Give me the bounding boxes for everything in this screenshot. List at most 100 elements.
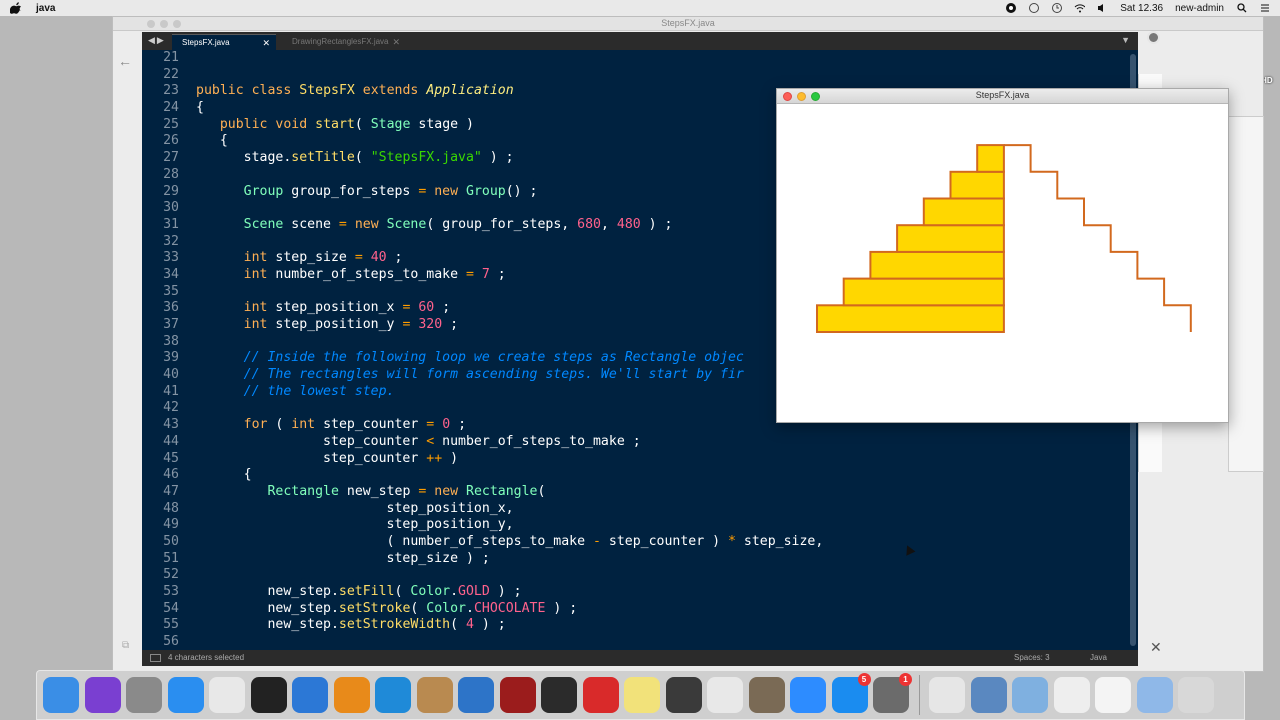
line-number: 41 — [163, 383, 179, 399]
finder-icon[interactable] — [43, 677, 79, 713]
virtualbox-icon[interactable] — [1012, 677, 1048, 713]
back-arrow-icon[interactable]: ← — [118, 53, 132, 69]
notification-badge: 1 — [899, 673, 912, 686]
image-viewer-icon[interactable] — [970, 677, 1007, 713]
close-tab-icon[interactable]: ✕ — [262, 35, 270, 51]
zoom-icon[interactable] — [790, 677, 826, 713]
line-number: 24 — [163, 100, 179, 116]
code-line[interactable]: 50 ( number_of_steps_to_make - step_coun… — [142, 534, 1132, 551]
code-text: step_counter < number_of_steps_to_make ; — [196, 433, 641, 449]
code-line[interactable]: 46 { — [142, 467, 1132, 484]
panel-toggle-icon[interactable] — [150, 654, 161, 662]
code-text: { — [196, 133, 228, 149]
selection-status: 4 characters selected — [168, 653, 245, 662]
code-line[interactable]: 48 step_position_x, — [142, 501, 1132, 518]
code-line[interactable]: 54 new_step.setStroke( Color.CHOCOLATE )… — [142, 601, 1132, 618]
quicktime-icon[interactable] — [665, 677, 702, 713]
line-number: 55 — [163, 617, 179, 633]
line-number: 43 — [163, 417, 179, 433]
notification-center-icon[interactable] — [1259, 3, 1270, 14]
code-text: Scene scene = new Scene( group_for_steps… — [243, 216, 673, 232]
code-line[interactable]: 53 new_step.setFill( Color.GOLD ) ; — [142, 584, 1132, 601]
dock: 51 — [36, 670, 1245, 720]
code-line[interactable]: 52 — [142, 567, 1132, 584]
line-number: 33 — [163, 250, 179, 266]
safari-icon[interactable] — [167, 677, 204, 713]
xcode-icon[interactable] — [292, 677, 328, 713]
code-text: int step_position_x = 60 ; — [243, 300, 451, 316]
menu-bar: java Sat 12.36 new-admin — [0, 0, 1280, 16]
code-line[interactable]: 51 step_size ) ; — [142, 551, 1132, 568]
indentation-setting[interactable]: Spaces: 3 — [1014, 650, 1050, 666]
gimp-icon[interactable] — [748, 677, 785, 713]
background-window-titlebar[interactable]: StepsFX.java — [113, 17, 1263, 31]
itunes-icon[interactable] — [707, 677, 743, 713]
menubar-user[interactable]: new-admin — [1175, 3, 1224, 14]
close-tab-icon[interactable]: ✕ — [392, 34, 400, 50]
line-number: 42 — [163, 400, 179, 416]
line-number: 21 — [163, 50, 179, 65]
system-preferences-icon[interactable]: 1 — [873, 673, 912, 713]
tab-bar: ◀▶ StepsFX.java ✕ DrawingRectanglesFX.ja… — [142, 32, 1138, 50]
code-line[interactable]: 49 step_position_y, — [142, 517, 1132, 534]
line-number: 36 — [163, 300, 179, 316]
close-x-icon[interactable]: ✕ — [1150, 639, 1162, 656]
code-line[interactable]: 47 Rectangle new_step = new Rectangle( — [142, 484, 1132, 501]
time-machine-icon[interactable] — [1051, 3, 1062, 14]
tab-drawingrectanglesfx[interactable]: DrawingRectanglesFX.java ✕ — [282, 34, 406, 50]
step-rectangle — [976, 144, 1005, 173]
launchpad-icon[interactable] — [126, 677, 162, 713]
code-text: { — [196, 467, 252, 483]
code-text: public void start( Stage stage ) — [219, 116, 474, 132]
code-line[interactable]: 45 step_counter ++ ) — [142, 451, 1132, 468]
sketch-icon[interactable] — [582, 677, 619, 713]
tab-navigation-icon[interactable]: ◀▶ — [148, 35, 166, 46]
volume-icon[interactable] — [1097, 3, 1108, 14]
code-line[interactable]: 21 — [142, 50, 1132, 67]
trash-icon[interactable] — [1178, 677, 1214, 713]
terminal-icon[interactable] — [250, 677, 287, 713]
code-line[interactable]: 55 new_step.setStrokeWidth( 4 ) ; — [142, 617, 1132, 634]
tab-stepsfx[interactable]: StepsFX.java ✕ — [172, 34, 276, 50]
contacts-icon[interactable] — [416, 677, 453, 713]
code-line[interactable]: 56 — [142, 634, 1132, 651]
photo-booth-icon[interactable] — [499, 677, 536, 713]
vscode-icon[interactable] — [375, 677, 411, 713]
document-icon[interactable] — [1095, 677, 1131, 713]
line-number: 40 — [163, 367, 179, 383]
active-app-name[interactable]: java — [36, 3, 55, 14]
syntax-setting[interactable]: Java — [1090, 650, 1107, 666]
cube-icon[interactable] — [1136, 677, 1173, 713]
menubar-clock[interactable]: Sat 12.36 — [1120, 3, 1163, 14]
scroll-indicator-icon[interactable] — [1147, 31, 1160, 44]
copy-icon[interactable]: ⧉ — [122, 640, 129, 651]
line-number: 26 — [163, 133, 179, 149]
javafx-titlebar[interactable]: StepsFX.java — [777, 89, 1228, 104]
code-text: public class StepsFX extends Application — [196, 83, 514, 99]
step-rectangle — [842, 277, 1005, 307]
sublime-icon[interactable] — [333, 677, 370, 713]
status-bar: 4 characters selected Spaces: 3 Java — [142, 650, 1138, 666]
siri-icon[interactable] — [84, 677, 121, 713]
globe-icon[interactable] — [1028, 3, 1039, 14]
line-number: 29 — [163, 183, 179, 199]
preview-icon[interactable] — [458, 677, 494, 713]
app-store-icon[interactable]: 5 — [831, 673, 871, 713]
wifi-icon[interactable] — [1074, 3, 1086, 14]
line-number: 53 — [163, 584, 179, 599]
code-text: step_position_y, — [196, 517, 514, 533]
record-icon[interactable] — [1005, 3, 1016, 14]
spotlight-icon[interactable] — [1236, 3, 1247, 14]
code-line[interactable]: 22 — [142, 67, 1132, 84]
code-line[interactable]: 44 step_counter < number_of_steps_to_mak… — [142, 434, 1132, 451]
code-text: stage.setTitle( "StepsFX.java" ) ; — [196, 150, 514, 166]
numbers-icon[interactable] — [929, 677, 965, 713]
notes-icon[interactable] — [624, 677, 660, 713]
chrome-icon[interactable] — [209, 677, 245, 713]
code-text: step_size ) ; — [196, 550, 490, 566]
java-icon[interactable] — [1053, 677, 1090, 713]
apple-menu-icon[interactable] — [9, 2, 22, 14]
activity-monitor-icon[interactable] — [541, 677, 577, 713]
line-number: 46 — [163, 467, 179, 483]
tab-dropdown-icon[interactable]: ▼ — [1121, 35, 1130, 45]
